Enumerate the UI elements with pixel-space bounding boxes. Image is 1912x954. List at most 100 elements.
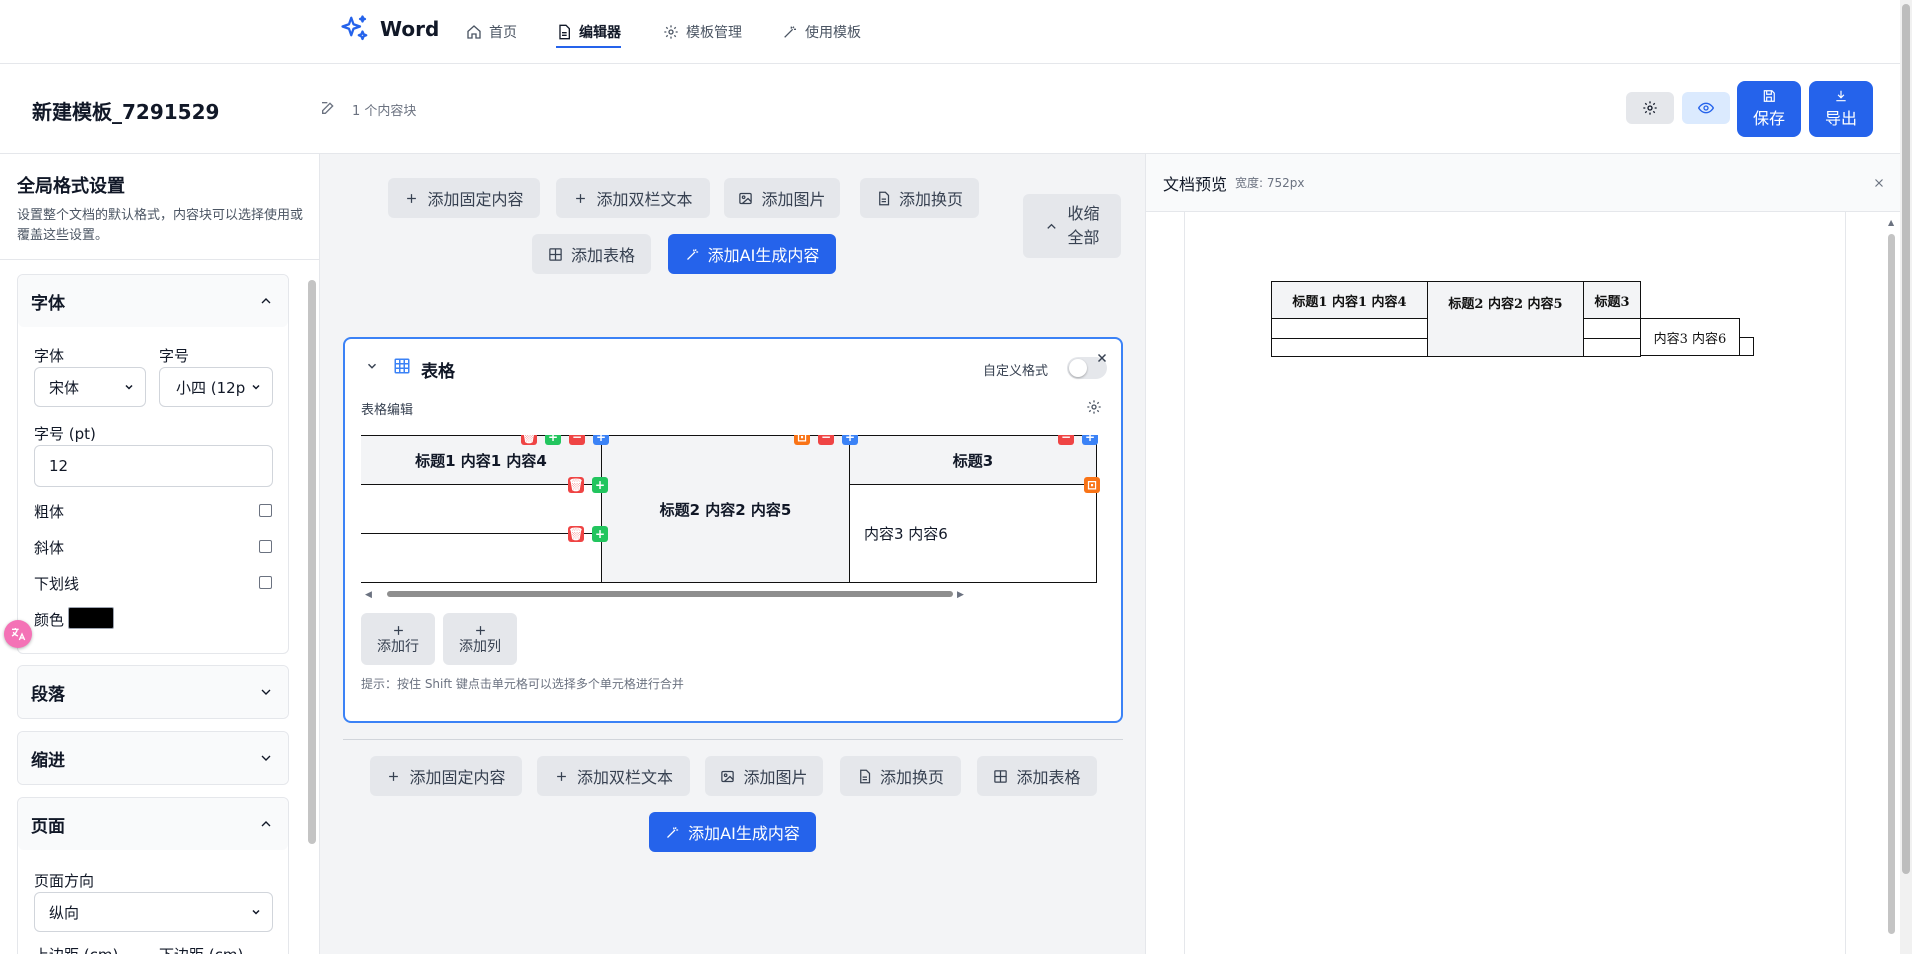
collapse-all-label-1: 收缩: [1067, 204, 1100, 223]
split-cell-button[interactable]: ⊡: [1084, 477, 1100, 493]
magic-wand-icon: [667, 826, 679, 838]
add-table-button-bottom[interactable]: 添加表格: [977, 756, 1097, 796]
merge-cell-button[interactable]: ⊡: [794, 435, 810, 445]
add-page-break-button[interactable]: 添加换页: [860, 178, 979, 218]
table-cell-c3[interactable]: 内容3 内容6: [850, 485, 1096, 582]
add-ai-content-button[interactable]: 添加AI生成内容: [668, 234, 836, 274]
scroll-right-icon[interactable]: ▶: [957, 590, 964, 600]
chevron-down-icon: [125, 384, 133, 390]
underline-checkbox[interactable]: [259, 576, 272, 589]
delete-col-button[interactable]: 🗑: [521, 435, 537, 445]
color-picker[interactable]: [68, 607, 114, 629]
delete-row-button[interactable]: 🗑: [568, 477, 584, 493]
document-title[interactable]: 新建模板_7291529: [32, 96, 219, 125]
add-column-label: 添加列: [459, 638, 501, 655]
add-row-button[interactable]: +: [592, 477, 608, 493]
table-h-scrollbar[interactable]: ◀ ▶: [361, 589, 1101, 600]
add-row-big-button[interactable]: 添加行: [361, 613, 435, 665]
plus-icon: [389, 771, 399, 781]
save-button-label: 保存: [1752, 109, 1785, 128]
add-table-button[interactable]: 添加表格: [532, 234, 651, 274]
add-image-button-bottom[interactable]: 添加图片: [705, 756, 823, 796]
close-icon[interactable]: [1872, 176, 1886, 190]
font-size-select[interactable]: 小四 (12p: [159, 367, 273, 407]
translate-icon[interactable]: [4, 620, 32, 648]
table-cell-h2[interactable]: 标题2 内容2 内容5: [602, 436, 849, 582]
table-line: [1096, 435, 1097, 583]
add-two-column-label: 添加双栏文本: [596, 190, 693, 209]
page-scrollbar[interactable]: [1900, 0, 1912, 954]
insert-col-button[interactable]: +: [842, 435, 858, 445]
paragraph-section-header[interactable]: 段落: [18, 666, 288, 718]
add-fixed-content-button[interactable]: 添加固定内容: [388, 178, 540, 218]
home-icon: [467, 25, 481, 39]
collapse-all-button[interactable]: 收缩 全部: [1023, 194, 1121, 258]
preview-scrollbar[interactable]: ▲: [1886, 216, 1898, 954]
add-row-button[interactable]: +: [592, 526, 608, 542]
remove-col-button[interactable]: −: [569, 435, 585, 445]
add-table-label: 添加表格: [1016, 768, 1081, 787]
italic-checkbox[interactable]: [259, 540, 272, 553]
add-image-button[interactable]: 添加图片: [724, 178, 840, 218]
close-icon[interactable]: [1095, 351, 1109, 365]
add-two-column-button[interactable]: 添加双栏文本: [556, 178, 710, 218]
add-two-column-button-bottom[interactable]: 添加双栏文本: [537, 756, 690, 796]
page-orientation-select[interactable]: 纵向: [34, 892, 273, 932]
add-page-break-label: 添加换页: [898, 190, 963, 209]
page-section-header[interactable]: 页面: [18, 798, 288, 850]
add-ai-content-label: 添加AI生成内容: [688, 824, 800, 843]
indent-section-header[interactable]: 缩进: [18, 732, 288, 784]
chevron-down-icon[interactable]: [365, 359, 379, 373]
scroll-thumb[interactable]: [387, 591, 953, 597]
table-cell-empty[interactable]: [361, 485, 601, 533]
font-family-select[interactable]: 宋体: [34, 367, 146, 407]
nav-use-template[interactable]: 使用模板: [782, 22, 861, 42]
remove-col-button[interactable]: −: [818, 435, 834, 445]
add-ai-content-button-bottom[interactable]: 添加AI生成内容: [649, 812, 816, 852]
add-page-break-button-bottom[interactable]: 添加换页: [840, 756, 961, 796]
document-icon: [879, 191, 890, 205]
insert-col-button[interactable]: +: [1082, 435, 1098, 445]
plus-icon: [557, 771, 566, 781]
remove-col-button[interactable]: −: [1058, 435, 1074, 445]
preview-cell-empty: [1583, 318, 1641, 339]
download-icon: [1836, 90, 1846, 102]
scroll-thumb[interactable]: [1888, 234, 1895, 934]
delete-row-button[interactable]: 🗑: [568, 526, 584, 542]
top-navbar: Word 首页 编辑器 模板管理 使用模板: [0, 0, 1912, 64]
settings-button[interactable]: [1626, 92, 1674, 124]
gear-icon[interactable]: [1086, 399, 1102, 415]
scroll-up-icon[interactable]: ▲: [1888, 218, 1894, 227]
preview-toggle-button[interactable]: [1682, 92, 1730, 124]
font-section-header[interactable]: 字体: [18, 275, 288, 327]
document-icon: [860, 769, 871, 783]
nav-editor[interactable]: 编辑器: [556, 22, 621, 48]
nav-template-manage[interactable]: 模板管理: [663, 22, 742, 42]
table-block-card: 表格 自定义格式 表格编辑 标题1 内容1 内容4 标题2 内容2 内容5 标题…: [343, 337, 1123, 723]
font-size-pt-value: 12: [49, 457, 69, 475]
plus-icon: [407, 193, 417, 203]
gear-icon: [664, 25, 678, 39]
edit-icon[interactable]: [320, 100, 336, 116]
insert-col-button[interactable]: +: [593, 435, 609, 445]
font-size-pt-input[interactable]: 12: [34, 445, 273, 487]
gear-icon: [1643, 101, 1657, 115]
nav-home[interactable]: 首页: [466, 22, 517, 42]
export-button[interactable]: 导出: [1809, 81, 1873, 137]
scroll-left-icon[interactable]: ◀: [365, 590, 372, 600]
add-page-break-label: 添加换页: [879, 768, 944, 787]
save-button[interactable]: 保存: [1737, 81, 1801, 137]
add-col-button[interactable]: +: [545, 435, 561, 445]
brand[interactable]: Word: [340, 14, 439, 44]
add-column-big-button[interactable]: 添加列: [443, 613, 517, 665]
add-fixed-content-button-bottom[interactable]: 添加固定内容: [370, 756, 522, 796]
sidebar-scrollbar[interactable]: [308, 280, 316, 844]
table-cell-h1[interactable]: 标题1 内容1 内容4: [361, 436, 601, 484]
preview-width: 宽度: 752px: [1235, 176, 1305, 190]
table-cell-empty[interactable]: [361, 534, 601, 582]
bold-checkbox[interactable]: [259, 504, 272, 517]
page-scroll-thumb[interactable]: [1902, 4, 1910, 874]
document-title-bar: 新建模板_7291529 1 个内容块 保存 导出: [0, 64, 1900, 154]
image-icon: [721, 770, 735, 782]
table-border-bottom: [361, 582, 1097, 583]
